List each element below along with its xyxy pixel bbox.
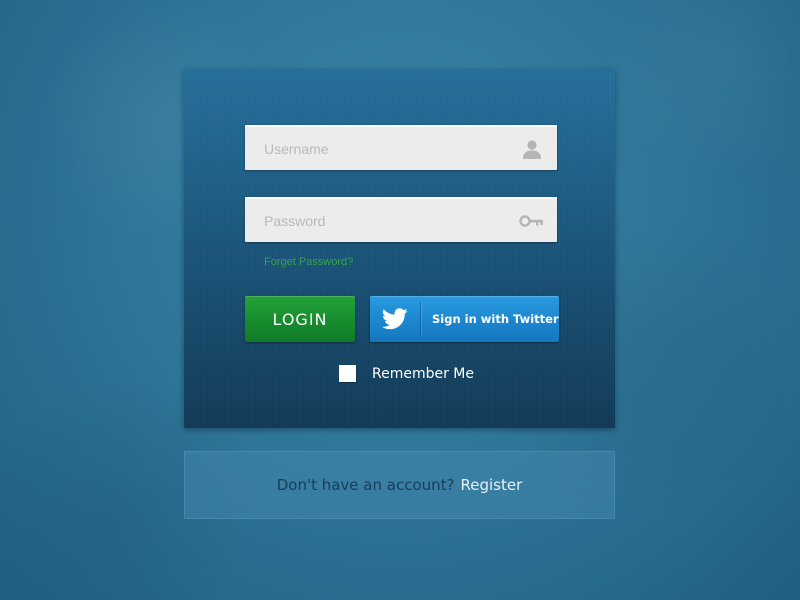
key-icon <box>519 210 545 232</box>
username-field[interactable] <box>245 125 557 170</box>
twitter-button-label: Sign in with Twitter <box>432 312 559 326</box>
user-icon <box>519 138 545 160</box>
login-button[interactable]: LOGIN <box>245 296 355 342</box>
twitter-signin-button[interactable]: Sign in with Twitter <box>370 296 559 342</box>
username-input[interactable] <box>245 127 557 170</box>
remember-me-option[interactable]: Remember Me <box>339 365 474 382</box>
remember-me-label: Remember Me <box>372 365 474 382</box>
twitter-button-divider <box>420 302 421 336</box>
register-panel: Don't have an account? Register <box>184 451 615 519</box>
twitter-bird-icon <box>381 308 408 330</box>
remember-me-checkbox[interactable] <box>339 365 356 382</box>
password-input[interactable] <box>245 199 557 242</box>
login-panel: Forget Password? LOGIN Sign in with Twit… <box>184 69 615 428</box>
register-prompt: Don't have an account? <box>276 476 455 494</box>
forgot-password-link[interactable]: Forget Password? <box>264 256 353 268</box>
password-field[interactable] <box>245 197 557 242</box>
register-link[interactable]: Register <box>461 476 523 494</box>
